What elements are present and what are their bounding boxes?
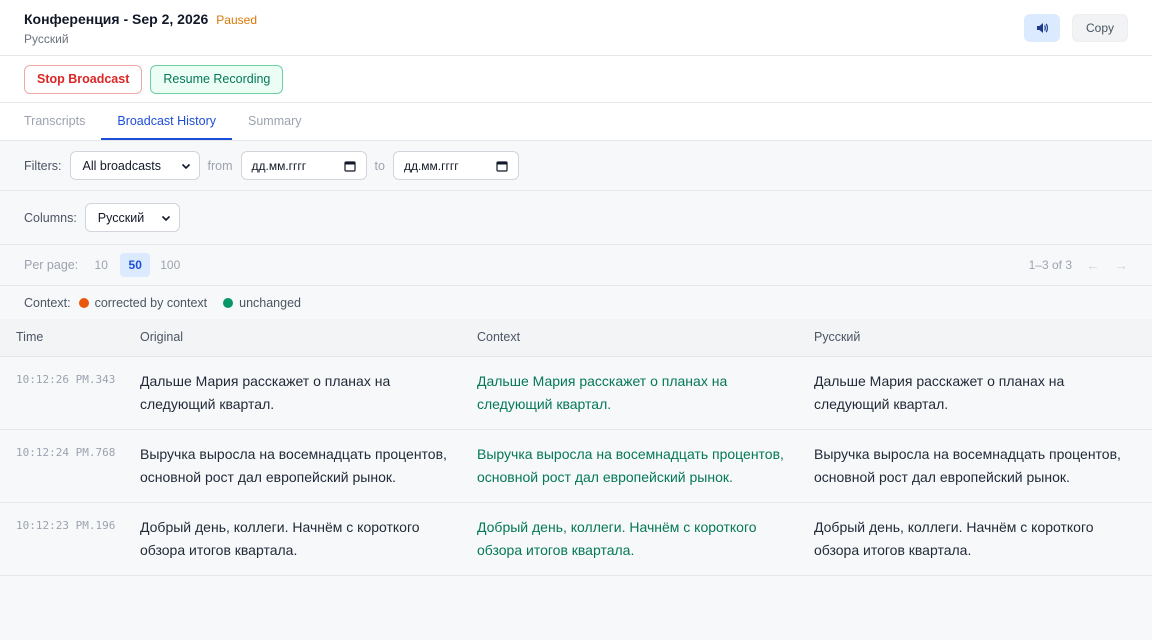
tab-summary[interactable]: Summary (232, 103, 317, 140)
top-panel: Конференция - Sep 2, 2026 Paused Русский… (0, 0, 1152, 141)
context-label: Context: (24, 295, 71, 310)
table-row: 10:12:26 PM.343 Дальше Мария расскажет о… (0, 356, 1152, 430)
copy-button[interactable]: Copy (1071, 14, 1128, 42)
title-row: Конференция - Sep 2, 2026 Paused (24, 11, 257, 27)
cell-translation: Выручка выросла на восемнадцать проценто… (814, 429, 1152, 503)
table-row: 10:12:24 PM.768 Выручка выросла на восем… (0, 429, 1152, 503)
legend-unchanged-label: unchanged (239, 295, 301, 310)
column-header-context: Context (477, 319, 814, 357)
broadcast-filter-select[interactable]: All broadcasts (69, 151, 200, 180)
session-title: Конференция - Sep 2, 2026 (24, 11, 209, 27)
columns-select[interactable]: Русский (84, 203, 180, 232)
table-row: 10:12:23 PM.196 Добрый день, коллеги. На… (0, 502, 1152, 576)
corrected-dot-icon (78, 297, 89, 308)
to-date-input[interactable]: дд.мм.гггг (392, 151, 519, 180)
action-bar: Stop Broadcast Resume Recording (0, 56, 1152, 103)
calendar-icon (496, 160, 508, 172)
cell-context: Выручка выросла на восемнадцать проценто… (477, 429, 814, 503)
cell-original: Добрый день, коллеги. Начнём с короткого… (140, 502, 477, 576)
speaker-icon (1036, 23, 1048, 33)
pager: 1–3 of 3 ← → (1029, 257, 1128, 273)
legend-unchanged: unchanged (223, 296, 301, 310)
cell-time: 10:12:26 PM.343 (0, 356, 140, 430)
columns-label: Columns: (24, 210, 77, 225)
resume-recording-button[interactable]: Resume Recording (150, 64, 284, 94)
tab-transcripts[interactable]: Transcripts (8, 103, 101, 140)
unchanged-dot-icon (223, 297, 234, 308)
column-header-time: Time (0, 319, 140, 357)
prev-page-arrow-icon[interactable]: ← (1086, 257, 1100, 273)
per-page-option-50[interactable]: 50 (120, 253, 151, 277)
per-page-selector: Per page: 10 50 100 (24, 253, 186, 277)
tab-bar: Transcripts Broadcast History Summary (0, 103, 1152, 141)
columns-row: Columns: Русский (0, 191, 1152, 245)
stop-broadcast-button[interactable]: Stop Broadcast (24, 64, 143, 94)
filters-label: Filters: (24, 158, 62, 173)
broadcast-history-page: Конференция - Sep 2, 2026 Paused Русский… (0, 0, 1152, 640)
broadcast-history-table: Time Original Context Русский 10:12:26 P… (0, 319, 1152, 576)
session-header: Конференция - Sep 2, 2026 Paused Русский… (0, 0, 1152, 56)
per-page-option-100[interactable]: 100 (154, 253, 186, 277)
speaker-button[interactable] (1023, 14, 1060, 42)
table-header-row: Time Original Context Русский (0, 319, 1152, 357)
filters-row: Filters: All broadcasts from дд.мм.гггг … (0, 141, 1152, 191)
tab-broadcast-history[interactable]: Broadcast History (101, 103, 233, 140)
columns-select-value: Русский (97, 210, 145, 225)
per-page-option-10[interactable]: 10 (86, 253, 116, 277)
to-label: to (374, 158, 385, 173)
column-header-original: Original (140, 319, 477, 357)
cell-context: Дальше Мария расскажет о планах на следу… (477, 356, 814, 430)
header-actions: Copy (1023, 14, 1128, 42)
cell-time: 10:12:24 PM.768 (0, 429, 140, 503)
cell-time: 10:12:23 PM.196 (0, 502, 140, 576)
per-page-label: Per page: (24, 258, 79, 272)
cell-original: Выручка выросла на восемнадцать проценто… (140, 429, 477, 503)
cell-translation: Дальше Мария расскажет о планах на следу… (814, 356, 1152, 430)
from-date-placeholder: дд.мм.гггг (251, 158, 307, 173)
cell-translation: Добрый день, коллеги. Начнём с короткого… (814, 502, 1152, 576)
chevron-down-icon (161, 215, 170, 221)
status-badge: Paused (216, 13, 257, 27)
from-label: from (207, 158, 233, 173)
chevron-down-icon (181, 163, 190, 169)
pagination-row: Per page: 10 50 100 1–3 of 3 ← → (0, 245, 1152, 286)
calendar-icon (343, 160, 356, 172)
legend-corrected: corrected by context (78, 295, 208, 310)
cell-original: Дальше Мария расскажет о планах на следу… (140, 356, 477, 430)
context-legend: Context: corrected by context unchanged (0, 286, 1152, 319)
cell-context: Добрый день, коллеги. Начнём с короткого… (477, 502, 814, 576)
broadcast-filter-value: All broadcasts (82, 158, 162, 173)
session-language: Русский (24, 32, 69, 46)
pagination-range: 1–3 of 3 (1028, 258, 1072, 272)
legend-corrected-label: corrected by context (94, 295, 208, 310)
to-date-placeholder: дд.мм.гггг (403, 158, 459, 173)
from-date-input[interactable]: дд.мм.гггг (240, 151, 367, 180)
next-page-arrow-icon[interactable]: → (1114, 257, 1128, 273)
column-header-translation: Русский (814, 319, 1152, 357)
session-info: Конференция - Sep 2, 2026 Paused Русский (24, 11, 257, 46)
